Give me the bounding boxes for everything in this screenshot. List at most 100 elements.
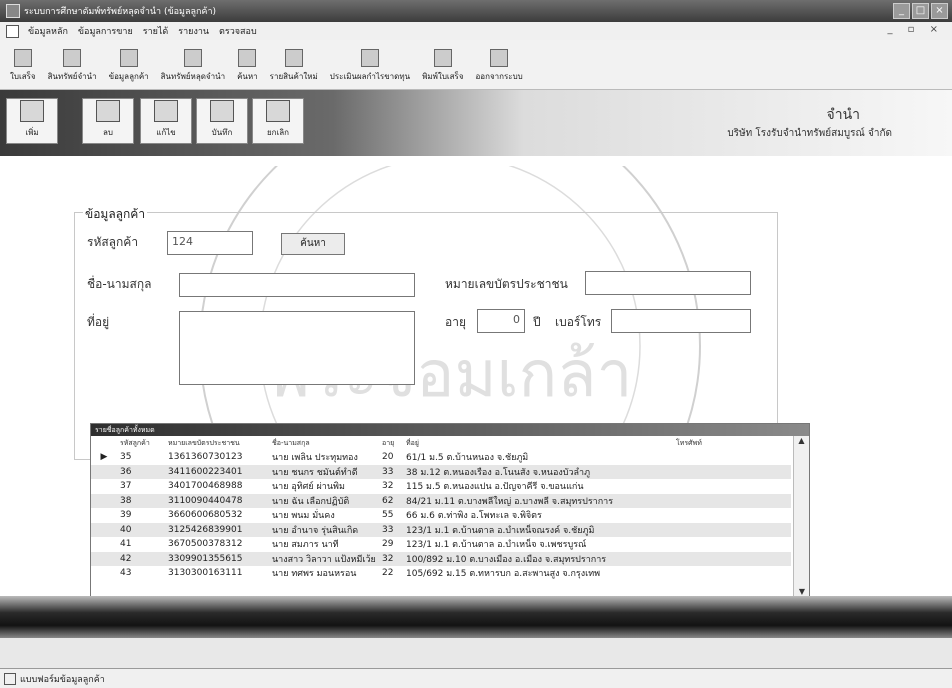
id-card-label: หมายเลขบัตรประชาชน [445, 277, 568, 291]
cell-address: 61/1 ม.5 ต.บ้านหนอง จ.ชัยภูมิ [406, 453, 529, 464]
col-customer-id[interactable]: รหัสลูกค้า [117, 436, 165, 450]
menu-sales-data[interactable]: ข้อมูลการขาย [73, 24, 138, 38]
save-label: บันทึก [211, 128, 233, 137]
cancel-button[interactable]: ยกเลิก [252, 98, 304, 144]
customer-id-input[interactable]: 124 [167, 231, 253, 255]
toolbar-label: ออกจากระบบ [475, 72, 523, 81]
cell-id: 35 [120, 452, 132, 463]
customer-info-legend: ข้อมูลลูกค้า [83, 205, 148, 224]
toolbar-pawn-assets[interactable]: สินทรัพย์จำนำ [42, 49, 103, 89]
toolbar: ใบเสร็จ สินทรัพย์จำนำ ข้อมูลลูกค้า สินทร… [0, 40, 952, 90]
table-row[interactable]: 42 3309901355615 นางสาว วิลาวา แป้งหมีเว้ย… [91, 551, 791, 566]
menu-income[interactable]: รายได้ [138, 24, 174, 38]
table-row[interactable]: 37 3401700468988 นาย อุทิศย์ ผ่านพิม 32 115 … [91, 479, 791, 494]
col-age[interactable]: อายุ [379, 436, 403, 450]
cell-card: 3110090440478 [165, 493, 269, 508]
row-selector[interactable] [91, 493, 117, 508]
col-phone[interactable]: โทรศัพท์ [673, 436, 791, 450]
cell-address: 84/21 ม.11 ต.บางพลีใหญ่ อ.บางพลี จ.สมุทร… [403, 493, 673, 508]
age-unit-label: ปี [533, 315, 541, 329]
search-customer-button[interactable]: ค้นหา [281, 233, 345, 255]
toolbar-forfeited-assets[interactable]: สินทรัพย์หลุดจำนำ [155, 49, 231, 89]
mdi-controls[interactable]: _ ▫ × [887, 24, 944, 35]
section-title: จำนำ [826, 107, 861, 123]
delete-button[interactable]: ลบ [82, 98, 134, 144]
edit-button[interactable]: แก้ไข [140, 98, 192, 144]
row-selector[interactable]: ▶ [91, 450, 117, 465]
cell-card: 3411600223401 [165, 464, 269, 479]
scroll-up-icon[interactable]: ▲ [794, 436, 809, 445]
cell-id: 40 [117, 522, 165, 537]
customer-icon [119, 49, 138, 67]
edit-icon [154, 100, 178, 122]
cell-address: 123/1 ม.1 ต.บ้านตาล อ.บำเหน็จณรงค์ จ.ชัย… [403, 522, 673, 537]
row-selector[interactable] [91, 537, 117, 552]
menu-reports[interactable]: รายงาน [173, 24, 214, 38]
toolbar-customer-data[interactable]: ข้อมูลลูกค้า [103, 49, 155, 89]
table-row[interactable]: 43 3130300163111 นาย ทศพร มอนหรอน 22 105/692… [91, 566, 791, 581]
asset-icon [63, 49, 82, 67]
toolbar-label: รายสินค้าใหม่ [269, 72, 318, 81]
col-address[interactable]: ที่อยู่ [403, 436, 673, 450]
name-input[interactable] [179, 273, 415, 297]
id-card-input[interactable] [585, 271, 751, 295]
toolbar-receipt[interactable]: ใบเสร็จ [4, 49, 42, 89]
row-selector[interactable] [91, 551, 117, 566]
toolbar-logout[interactable]: ออกจากระบบ [470, 49, 529, 89]
add-label: เพิ่ม [25, 128, 39, 137]
app-icon [6, 4, 20, 18]
toolbar-print-receipt[interactable]: พิมพ์ใบเสร็จ [416, 49, 469, 89]
title-bar: ระบบการศึกษาดัมพ์ทรัพย์หลุดจำนำ (ข้อมูลล… [0, 0, 952, 22]
grid-scrollbar[interactable]: ▲ ▼ [793, 436, 809, 596]
age-input[interactable]: 0 [477, 309, 525, 333]
cell-phone [673, 493, 791, 508]
row-selector[interactable] [91, 566, 117, 581]
cancel-label: ยกเลิก [266, 128, 289, 137]
cell-name: นาย ฉัน เลือกปฏิบัติ [269, 493, 379, 508]
toolbar-profit-loss[interactable]: ประเมินผลกำไรขาดทุน [324, 49, 416, 89]
add-button[interactable]: เพิ่ม [6, 98, 58, 144]
table-row[interactable]: 36 3411600223401 นาย ชนกร ชมันต์ทำดี 33 38 ม… [91, 464, 791, 479]
cell-id: 39 [120, 510, 132, 521]
table-row[interactable]: ▶ 35 1361360730123 นาย เพลิน ประทุมทอง 20 61/… [91, 450, 791, 465]
report-icon [360, 49, 379, 67]
cell-address: 123/1 ม.1 ต.บ้านตาล อ.บำเหน็จ จ.เพชรบูรณ… [406, 540, 587, 551]
row-selector[interactable] [91, 479, 117, 494]
save-button[interactable]: บันทึก [196, 98, 248, 144]
toolbar-new-items[interactable]: รายสินค้าใหม่ [264, 49, 324, 89]
maximize-button[interactable]: □ [912, 3, 929, 19]
menu-bar: ข้อมูลหลัก ข้อมูลการขาย รายได้ รายงาน ตร… [0, 22, 952, 40]
row-selector[interactable] [91, 464, 117, 479]
scroll-down-icon[interactable]: ▼ [794, 587, 810, 596]
cell-phone [673, 464, 791, 479]
cell-id: 43 [120, 568, 132, 579]
cell-phone [673, 537, 791, 552]
cell-name: นาย เพลิน ประทุมทอง [272, 453, 358, 464]
row-selector[interactable] [91, 508, 117, 523]
grid-title: รายชื่อลูกค้าทั้งหมด [91, 424, 809, 436]
table-row[interactable]: 39 3660600680532 นาย พนม มั่นคง 55 66 ม.6 ต.… [91, 508, 791, 523]
new-item-icon [284, 49, 303, 67]
cell-card: 3660600680532 [168, 510, 243, 521]
cell-name: นาย ทศพร มอนหรอน [272, 569, 357, 580]
table-row[interactable]: 41 3670500378312 นาย สมภาร นาที 29 123/1 ม.1… [91, 537, 791, 552]
cell-phone [673, 479, 791, 494]
close-button[interactable]: × [931, 3, 948, 19]
phone-label: เบอร์โทร [555, 315, 602, 329]
menu-check[interactable]: ตรวจสอบ [214, 24, 262, 38]
table-row[interactable]: 38 3110090440478 นาย ฉัน เลือกปฏิบัติ 62 84/… [91, 493, 791, 508]
address-input[interactable] [179, 311, 415, 385]
cell-phone [673, 566, 791, 581]
minimize-button[interactable]: _ [893, 3, 910, 19]
action-banner: เพิ่ม ลบ แก้ไข บันทึก ยกเลิก จำนำ บริษัท… [0, 90, 952, 156]
col-id-card[interactable]: หมายเลขบัตรประชาชน [165, 436, 269, 450]
toolbar-label: ค้นหา [237, 72, 258, 81]
row-selector[interactable] [91, 522, 117, 537]
cell-name: นาย อำนาจ รุ่นสินเกิด [269, 522, 379, 537]
age-label: อายุ [445, 315, 466, 329]
table-row[interactable]: 40 3125426839901 นาย อำนาจ รุ่นสินเกิด 33 12… [91, 522, 791, 537]
col-name[interactable]: ชื่อ-นามสกุล [269, 436, 379, 450]
phone-input[interactable] [611, 309, 751, 333]
menu-master-data[interactable]: ข้อมูลหลัก [23, 24, 73, 38]
toolbar-search[interactable]: ค้นหา [231, 49, 264, 89]
